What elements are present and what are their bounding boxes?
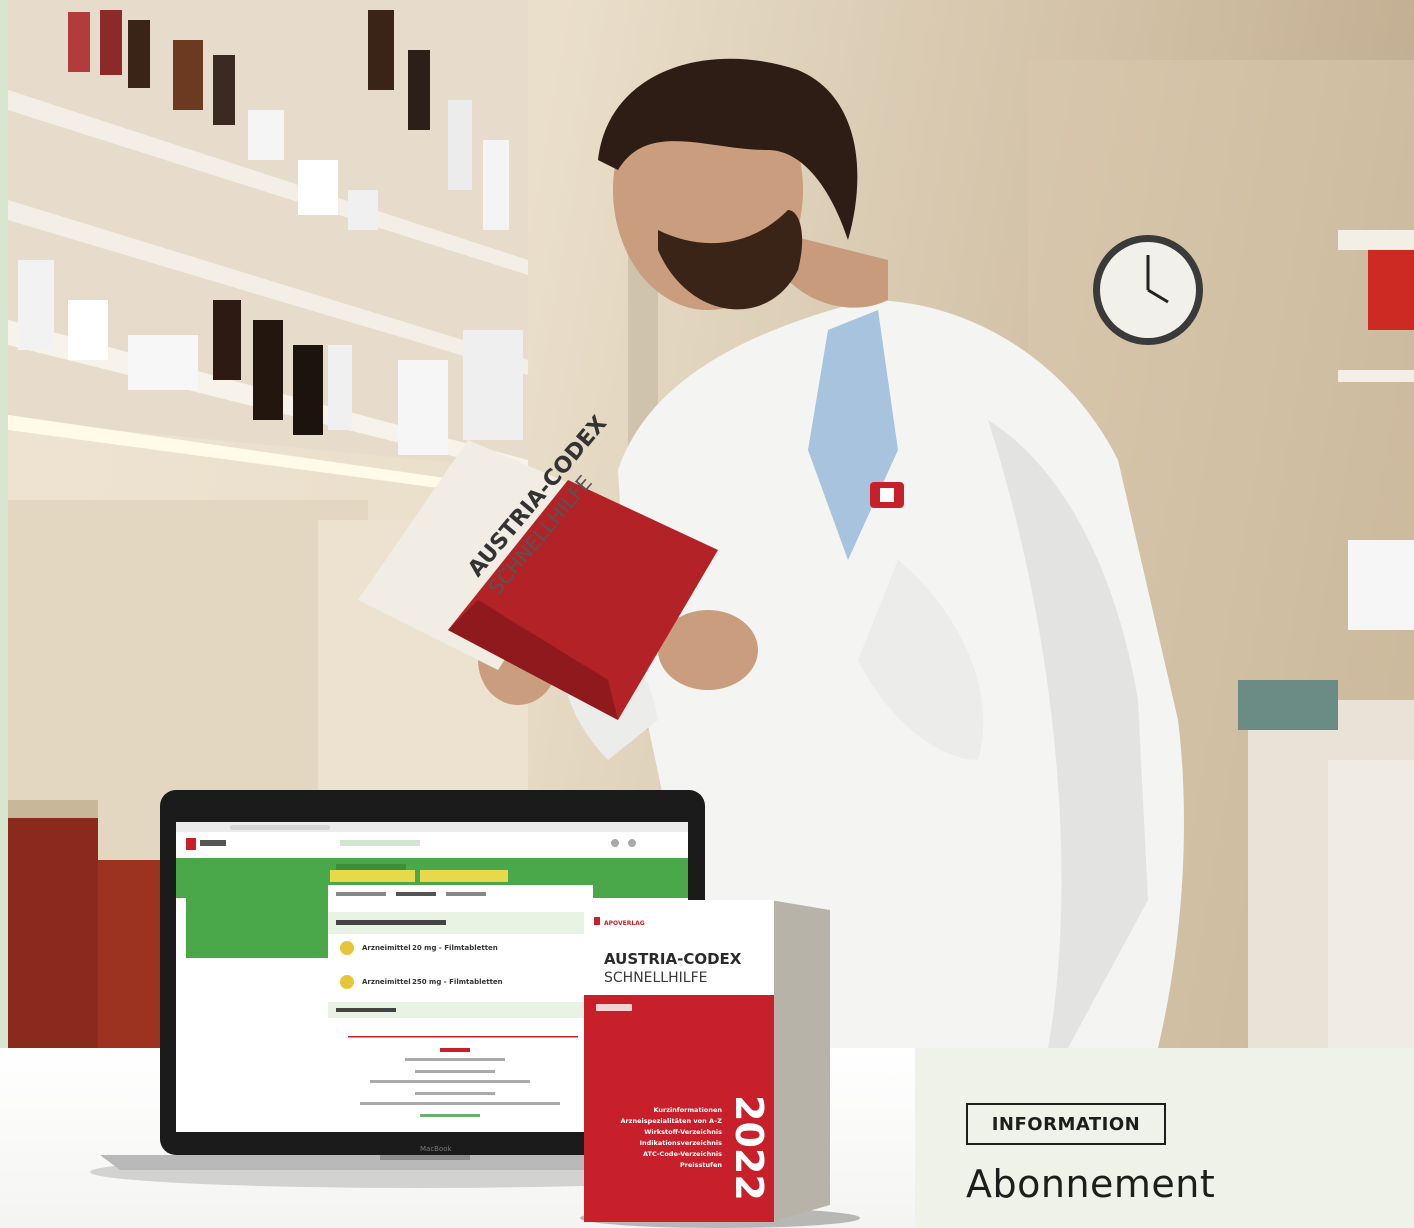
product-mockup: Arzneimittel 20 mg - Filmtabletten Arzne… [90, 790, 860, 1228]
list-row-2-dose: 250 mg - Filmtabletten [412, 978, 503, 986]
list-row-2-icon [340, 975, 354, 989]
list-row-1-name: Arzneimittel [362, 944, 411, 952]
book-pages [770, 900, 830, 1222]
list-row-1-icon [340, 941, 354, 955]
laptop-brand: MacBook [420, 1145, 453, 1153]
book-brand: APOVERLAG [604, 920, 645, 927]
list-row-1-dose: 20 mg - Filmtabletten [412, 944, 498, 952]
book-feature-6: Preisstufen [680, 1161, 722, 1169]
book-title-line1: AUSTRIA-CODEX [604, 950, 742, 968]
site-logo-icon [186, 838, 196, 850]
book-year: 2022 [727, 1095, 771, 1201]
book-edition-tag [596, 1004, 632, 1011]
book-feature-1: Kurzinformationen [653, 1106, 722, 1114]
filter-chip-2 [420, 870, 508, 882]
list-row-2-name: Arzneimittel [362, 978, 411, 986]
book-feature-5: ATC-Code-Verzeichnis [643, 1150, 722, 1158]
book-feature-4: Indikationsverzeichnis [640, 1139, 723, 1147]
site-user-icon [628, 839, 636, 847]
book-feature-3: Wirkstoff-Verzeichnis [644, 1128, 722, 1136]
book-brand-icon [594, 917, 600, 925]
book-title-line2: SCHNELLHILFE [604, 970, 707, 986]
filter-chip-1 [330, 870, 415, 882]
book-feature-2: Arzneispezialitäten von A–Z [620, 1117, 722, 1125]
site-search-icon [611, 839, 619, 847]
